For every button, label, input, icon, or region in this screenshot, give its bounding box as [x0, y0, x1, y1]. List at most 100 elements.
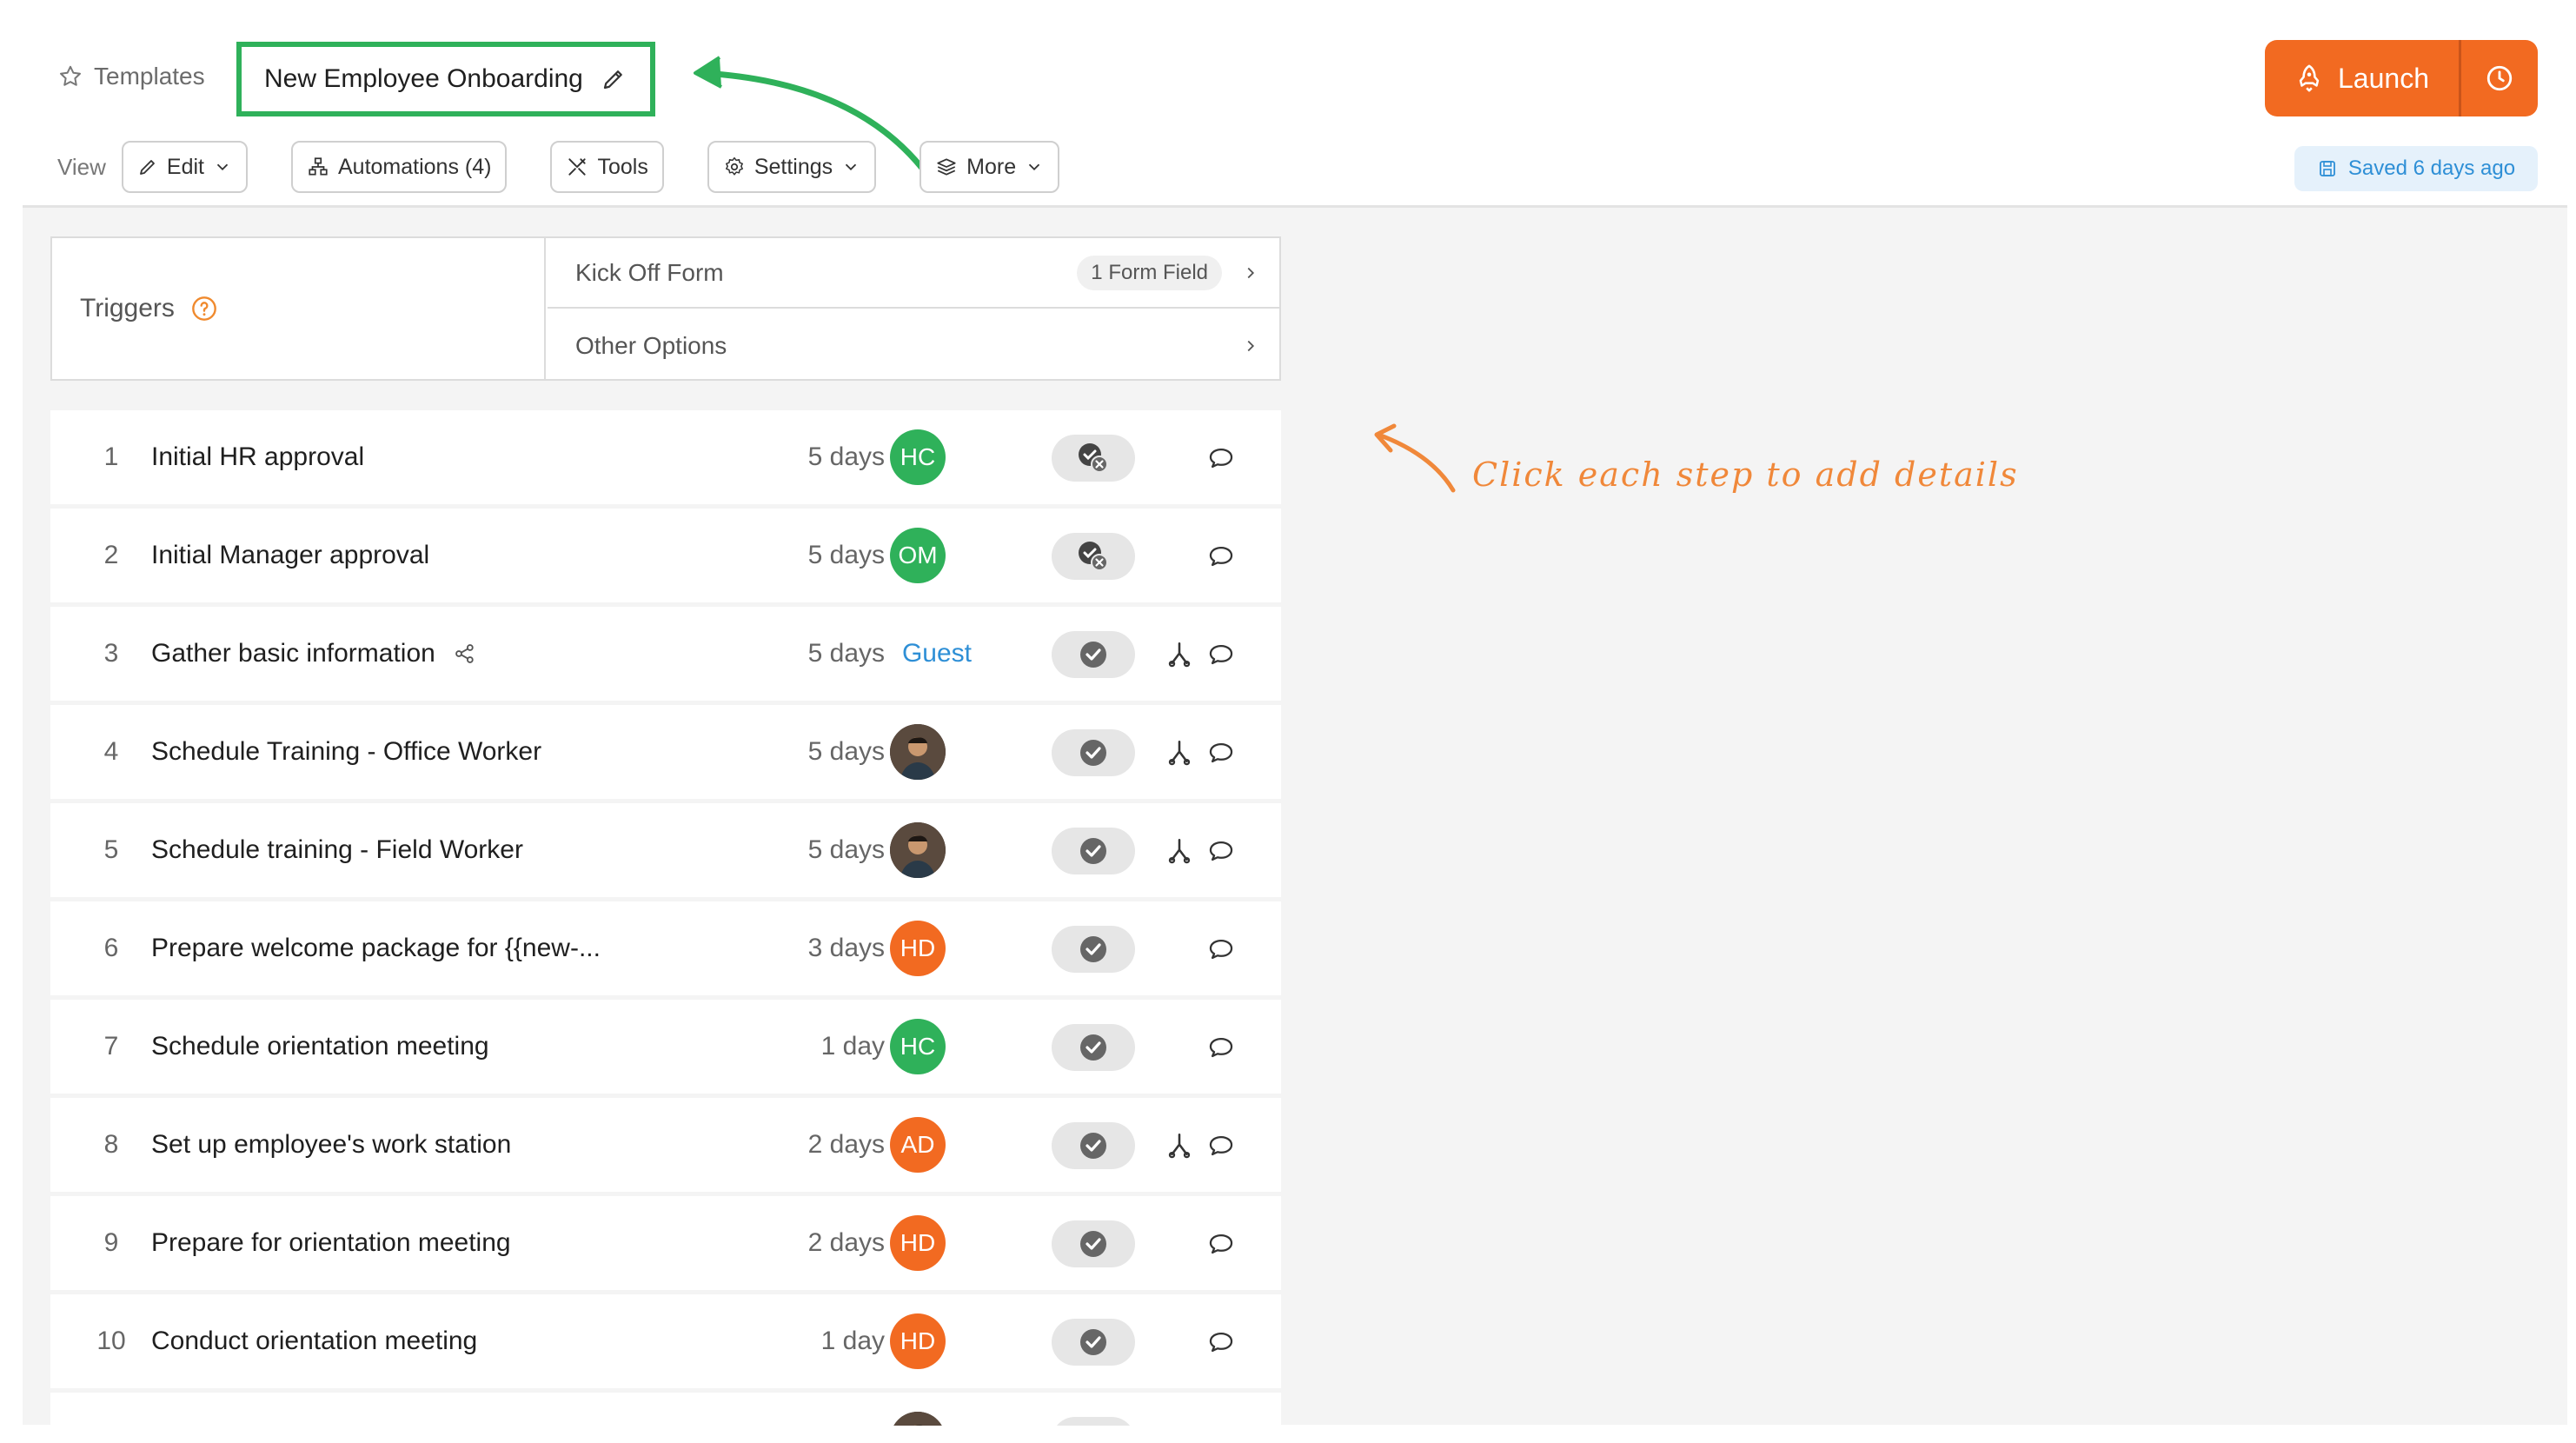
step-name-cell: Initial HR approval — [151, 410, 364, 504]
triggers-panel: Triggers Kick Off Form 1 Form Field Othe… — [50, 236, 1281, 381]
assignee-guest[interactable]: Guest — [885, 626, 989, 682]
step-name: Conduct orientation meeting — [151, 1327, 478, 1355]
comment-icon[interactable] — [1206, 542, 1236, 571]
branch-icon[interactable] — [1165, 1131, 1194, 1160]
assignee-avatar[interactable] — [890, 724, 946, 780]
chevron-down-icon — [1028, 163, 1040, 171]
assignee-avatar[interactable]: HC — [890, 429, 946, 485]
share-icon[interactable] — [453, 642, 477, 666]
branch-icon[interactable] — [1165, 836, 1194, 866]
check-circle-icon — [1076, 637, 1111, 672]
launch-button[interactable]: Launch — [2265, 40, 2459, 116]
clock-icon — [2486, 65, 2513, 91]
step-name: Initial Manager approval — [151, 541, 430, 569]
step-row[interactable]: 7 Schedule orientation meeting 1 day HC — [50, 1000, 1281, 1094]
check-circle-icon — [1076, 1030, 1111, 1065]
step-duration: 1 day — [820, 1327, 885, 1355]
step-name-cell: Prepare welcome package for {{new-... — [151, 901, 601, 995]
assignee-avatar[interactable]: HD — [890, 1215, 946, 1271]
step-row[interactable]: 2 Initial Manager approval 5 days OM — [50, 509, 1281, 602]
templates-breadcrumb-link[interactable]: Templates — [94, 63, 205, 90]
approval-toggle[interactable] — [1052, 631, 1135, 678]
assignee-avatar[interactable]: AD — [890, 1117, 946, 1173]
step-row[interactable]: 5 Schedule training - Field Worker 5 days — [50, 803, 1281, 897]
step-row[interactable]: 6 Prepare welcome package for {{new-... 3 … — [50, 901, 1281, 995]
step-row[interactable]: 10 Conduct orientation meeting 1 day HD — [50, 1294, 1281, 1388]
pencil-icon[interactable] — [601, 66, 627, 92]
other-options-label: Other Options — [575, 331, 727, 359]
check-circle-icon — [1072, 535, 1114, 577]
automations-label: Automations (4) — [337, 154, 492, 179]
kickoff-form-label: Kick Off Form — [575, 258, 724, 286]
step-row[interactable]: 3 Gather basic information 5 days Guest — [50, 607, 1281, 701]
step-name-cell: Gather basic information — [151, 607, 477, 701]
approval-toggle[interactable] — [1052, 1220, 1135, 1267]
comment-icon[interactable] — [1206, 443, 1236, 473]
saved-status-text: Saved 6 days ago — [2347, 156, 2516, 180]
schedule-launch-button[interactable] — [2461, 40, 2538, 116]
step-duration: 1 day — [820, 1032, 885, 1061]
assignee-avatar[interactable] — [890, 822, 946, 878]
step-row[interactable]: 11 — [50, 1393, 1281, 1426]
tools-button[interactable]: Tools — [550, 141, 664, 193]
assignee-avatar[interactable] — [890, 1412, 946, 1426]
comment-icon[interactable] — [1206, 1229, 1236, 1259]
assignee-avatar[interactable]: HD — [890, 1313, 946, 1369]
step-row[interactable]: 4 Schedule Training - Office Worker 5 days — [50, 705, 1281, 799]
comment-icon[interactable] — [1206, 640, 1236, 669]
approval-toggle[interactable] — [1052, 1319, 1135, 1366]
step-duration: 2 days — [807, 1130, 885, 1159]
chevron-down-icon — [216, 163, 229, 171]
assignee-avatar[interactable]: HD — [890, 921, 946, 976]
save-icon — [2320, 161, 2335, 176]
saved-status-badge[interactable]: Saved 6 days ago — [2294, 146, 2538, 191]
comment-icon[interactable] — [1206, 1033, 1236, 1062]
launch-label: Launch — [2338, 62, 2429, 94]
comment-icon[interactable] — [1206, 738, 1236, 768]
edit-mode-dropdown[interactable]: Edit — [121, 141, 248, 193]
step-number: 6 — [103, 934, 119, 962]
step-name: Schedule orientation meeting — [151, 1032, 489, 1061]
check-circle-icon — [1076, 735, 1111, 770]
rocket-icon — [2299, 64, 2320, 92]
more-dropdown[interactable]: More — [920, 141, 1060, 193]
step-row[interactable]: 8 Set up employee's work station 2 days AD — [50, 1098, 1281, 1192]
comment-icon[interactable] — [1206, 1327, 1236, 1357]
branch-icon[interactable] — [1165, 738, 1194, 768]
star-icon[interactable] — [57, 63, 83, 90]
step-duration: 5 days — [807, 541, 885, 569]
step-row[interactable]: 1 Initial HR approval 5 days HC — [50, 410, 1281, 504]
step-duration: 3 days — [807, 934, 885, 962]
other-options-row[interactable]: Other Options — [548, 310, 1281, 381]
comment-icon[interactable] — [1206, 836, 1236, 866]
triggers-title: Triggers — [80, 294, 175, 323]
approval-toggle[interactable] — [1052, 926, 1135, 973]
approval-toggle[interactable] — [1052, 1122, 1135, 1169]
comment-icon[interactable] — [1206, 934, 1236, 964]
approval-toggle[interactable] — [1052, 1417, 1135, 1426]
approval-toggle[interactable] — [1052, 1024, 1135, 1071]
approval-toggle[interactable] — [1052, 435, 1135, 482]
view-label: View — [57, 153, 106, 180]
help-icon[interactable] — [190, 295, 218, 323]
step-name: Schedule Training - Office Worker — [151, 737, 542, 766]
step-number: 9 — [103, 1228, 119, 1257]
step-number: 3 — [103, 639, 119, 668]
approval-toggle[interactable] — [1052, 828, 1135, 874]
automations-button[interactable]: Automations (4) — [290, 141, 508, 193]
check-circle-icon — [1076, 1128, 1111, 1163]
approval-toggle[interactable] — [1052, 729, 1135, 776]
form-field-count-badge: 1 Form Field — [1077, 255, 1222, 290]
step-row[interactable]: 9 Prepare for orientation meeting 2 days HD — [50, 1196, 1281, 1290]
template-title-field[interactable]: New Employee Onboarding — [249, 52, 643, 106]
chevron-down-icon — [846, 163, 857, 171]
branch-icon[interactable] — [1165, 640, 1194, 669]
assignee-avatar[interactable]: OM — [890, 528, 946, 583]
comment-icon[interactable] — [1206, 1131, 1236, 1160]
assignee-avatar[interactable]: HC — [890, 1019, 946, 1074]
approval-toggle[interactable] — [1052, 533, 1135, 580]
settings-dropdown[interactable]: Settings — [707, 141, 877, 193]
template-title[interactable]: New Employee Onboarding — [264, 64, 583, 94]
kickoff-form-row[interactable]: Kick Off Form 1 Form Field — [548, 238, 1281, 309]
step-name-cell: Set up employee's work station — [151, 1098, 511, 1192]
